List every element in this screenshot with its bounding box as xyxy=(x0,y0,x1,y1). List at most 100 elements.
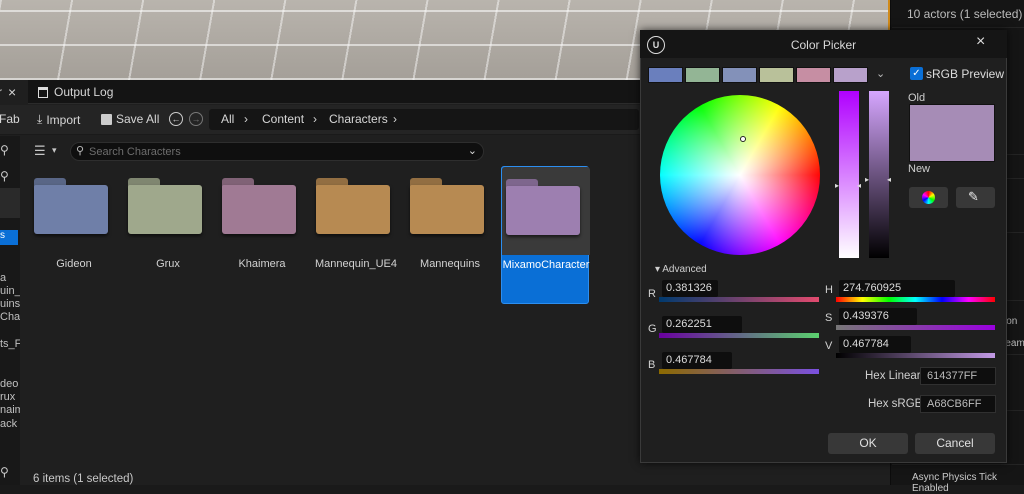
s-channel-slider[interactable] xyxy=(836,325,995,330)
b-channel-slider[interactable] xyxy=(659,369,819,374)
breadcrumb-characters[interactable]: Characters xyxy=(329,112,388,126)
unreal-logo-icon: U xyxy=(647,36,665,54)
folder-name: Gideon xyxy=(56,258,92,270)
folder-name: Khaimera xyxy=(238,258,286,270)
r-channel-input[interactable]: 0.381326 xyxy=(662,280,718,297)
async-physics-label: Async Physics Tick Enabled xyxy=(912,472,998,494)
hex-srgb-label: Hex sRGB xyxy=(868,398,923,410)
value-slider[interactable] xyxy=(869,91,889,258)
ok-button[interactable]: OK xyxy=(828,433,908,454)
search-icon[interactable]: ⚲ xyxy=(0,169,9,183)
dialog-title-bar[interactable]: Color Picker xyxy=(640,30,1007,58)
dialog-title: Color Picker xyxy=(790,38,857,52)
folder-icon xyxy=(222,178,296,234)
hex-linear-label: Hex Linear xyxy=(865,370,921,382)
import-button[interactable]: ⤓ Import xyxy=(37,112,80,127)
folder-body xyxy=(410,185,484,234)
fab-button[interactable]: Fab xyxy=(0,112,20,126)
s-channel-label: S xyxy=(825,312,833,324)
srgb-preview-label: sRGB Preview xyxy=(926,67,1005,81)
slider-handle-icon[interactable]: ◂ xyxy=(887,175,891,184)
new-color-label: New xyxy=(908,163,931,175)
chevron-down-icon[interactable]: ▾ xyxy=(52,145,57,156)
r-channel-slider[interactable] xyxy=(659,297,819,302)
actor-count-label: 10 actors (1 selected) xyxy=(907,7,1023,21)
advanced-section-toggle[interactable]: ▾ Advanced xyxy=(655,264,707,275)
srgb-preview-checkbox[interactable]: ✓ xyxy=(910,67,923,80)
h-channel-label: H xyxy=(825,284,833,296)
chevron-down-icon[interactable]: ⌄ xyxy=(876,67,885,80)
forward-button[interactable]: → xyxy=(189,112,203,126)
search-input[interactable] xyxy=(89,144,459,159)
folder-name: Grux xyxy=(156,258,180,270)
folder-body xyxy=(222,185,296,234)
slider-handle-icon[interactable]: ▸ xyxy=(835,181,839,190)
folder-tile[interactable]: Gideon xyxy=(30,166,118,304)
h-channel-input[interactable]: 274.760925 xyxy=(839,280,955,297)
v-channel-slider[interactable] xyxy=(836,353,995,358)
tab-output-log[interactable]: Output Log xyxy=(38,80,113,104)
sidebar-item-label[interactable]: Char xyxy=(0,311,20,327)
search-box[interactable]: ⚲ ⌄ xyxy=(70,142,484,161)
tab-content-browser[interactable]: r × xyxy=(0,80,28,104)
saturation-slider[interactable] xyxy=(839,91,859,258)
eyedropper-button[interactable]: ✎ xyxy=(956,187,995,208)
s-channel-input[interactable]: 0.439376 xyxy=(839,308,917,325)
recent-color-swatch[interactable] xyxy=(685,67,720,83)
back-button[interactable]: ← xyxy=(169,112,183,126)
sidebar-item[interactable] xyxy=(0,188,20,218)
folder-tile[interactable]: Grux xyxy=(124,166,212,304)
cancel-button[interactable]: Cancel xyxy=(915,433,995,454)
breadcrumb-content[interactable]: Content xyxy=(262,112,304,126)
b-channel-input[interactable]: 0.467784 xyxy=(662,352,732,369)
g-channel-slider[interactable] xyxy=(659,333,819,338)
advanced-label: Advanced xyxy=(662,264,707,275)
color-wheel-marker[interactable] xyxy=(740,136,746,142)
save-all-label: Save All xyxy=(116,112,160,126)
back-arrow-icon: ← xyxy=(169,112,183,126)
recent-color-swatch[interactable] xyxy=(796,67,831,83)
folder-tile[interactable]: Khaimera xyxy=(218,166,306,304)
hex-srgb-input[interactable]: A68CB6FF xyxy=(920,395,996,413)
fab-label: Fab xyxy=(0,112,20,126)
folder-tile[interactable]: Mannequin_UE4 xyxy=(312,166,400,304)
recent-color-swatch[interactable] xyxy=(759,67,794,83)
recent-color-swatch[interactable] xyxy=(648,67,683,83)
sidebar-item-label[interactable]: ack xyxy=(0,418,20,434)
folder-thumbnail xyxy=(406,166,494,254)
eyedropper-icon: ✎ xyxy=(968,189,979,204)
slider-handle-icon[interactable]: ◂ xyxy=(857,181,861,190)
color-wheel-toggle-button[interactable] xyxy=(909,187,948,208)
search-icon[interactable]: ⚲ xyxy=(0,465,9,479)
g-channel-input[interactable]: 0.262251 xyxy=(662,316,742,333)
slider-handle-icon[interactable]: ▸ xyxy=(865,175,869,184)
close-icon[interactable]: × xyxy=(8,84,16,100)
folder-icon xyxy=(506,179,580,235)
folder-tile[interactable]: Mannequins xyxy=(406,166,494,304)
color-wheel[interactable] xyxy=(660,95,820,255)
r-channel-label: R xyxy=(648,288,656,300)
h-channel-slider[interactable] xyxy=(836,297,995,302)
recent-color-swatch[interactable] xyxy=(722,67,757,83)
search-icon[interactable]: ⚲ xyxy=(0,143,9,157)
close-button[interactable]: × xyxy=(976,33,985,51)
save-all-button[interactable]: Save All xyxy=(101,112,159,126)
sidebar-item-label[interactable]: ts_F xyxy=(0,338,20,354)
color-wheel-icon xyxy=(922,191,935,204)
hex-linear-input[interactable]: 614377FF xyxy=(920,367,996,385)
v-channel-input[interactable]: 0.467784 xyxy=(839,336,911,353)
folder-tile[interactable]: MixamoCharacter xyxy=(501,166,590,304)
breadcrumb-separator-icon: › xyxy=(244,112,248,126)
folder-icon xyxy=(128,178,202,234)
tab-label: Output Log xyxy=(54,85,114,99)
chevron-down-icon[interactable]: ⌄ xyxy=(468,144,477,157)
filter-icon[interactable]: ☰ xyxy=(34,143,46,159)
breadcrumb-all[interactable]: All xyxy=(221,112,234,126)
folder-body xyxy=(506,186,580,235)
sidebar-selected-item[interactable]: s xyxy=(0,230,18,245)
folder-icon xyxy=(34,178,108,234)
folder-thumbnail xyxy=(218,166,306,254)
folder-icon xyxy=(410,178,484,234)
recent-color-swatch[interactable] xyxy=(833,67,868,83)
breadcrumb-separator-icon: › xyxy=(313,112,317,126)
